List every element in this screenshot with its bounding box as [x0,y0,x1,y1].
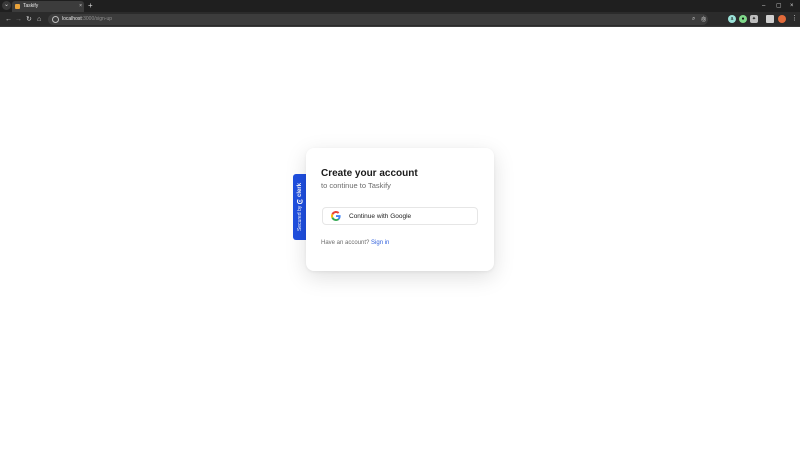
zoom-icon[interactable]: ⌕ [692,15,695,24]
extension-a-icon[interactable]: a [728,15,736,23]
profile-avatar[interactable] [778,15,786,23]
taskify-favicon-icon [15,4,20,9]
address-bar[interactable]: localhost:3000/sign-up ⌕ ☆ [48,14,708,25]
sidebar-toggle-icon[interactable] [766,15,774,23]
badge-text: Secured by clerk [296,182,303,232]
browser-tab[interactable]: Taskify × [12,1,84,12]
home-icon[interactable]: ⌂ [37,15,41,24]
extensions-puzzle-icon[interactable]: ✦ [750,15,758,23]
continue-with-google-button[interactable]: Continue with Google [322,207,478,225]
new-tab-button[interactable]: + [88,1,93,11]
eye-off-icon[interactable]: ◎ [701,16,706,25]
window-maximize-button[interactable]: ▢ [776,1,782,11]
url-text[interactable]: localhost:3000/sign-up [62,16,112,23]
tab-search-icon[interactable]: ⌄ [2,1,11,10]
badge-brand-label: clerk [296,182,303,197]
extension-b-icon[interactable]: ● [739,15,747,23]
browser-menu-icon[interactable]: ⋮ [791,14,798,23]
browser-toolbar: ← → ↻ ⌂ localhost:3000/sign-up ⌕ ☆ ◎ a ●… [0,12,800,27]
google-icon [331,211,341,221]
window-close-button[interactable]: × [790,1,794,11]
have-account-text: Have an account? [321,240,370,246]
site-info-icon[interactable] [52,16,59,23]
browser-titlebar: ⌄ Taskify × + – ▢ × [0,0,800,12]
sign-in-prompt: Have an account? Sign in [321,239,389,248]
forward-arrow-icon[interactable]: → [15,15,22,24]
badge-secured-by-label: Secured by [296,205,303,232]
sign-up-card: Create your account to continue to Taski… [306,148,494,271]
back-arrow-icon[interactable]: ← [5,15,12,24]
card-subtitle: to continue to Taskify [321,181,391,190]
secured-by-clerk-badge[interactable]: Secured by clerk [293,174,306,240]
tab-title: Taskify [23,3,39,9]
tab-close-icon[interactable]: × [79,3,82,10]
sign-in-link[interactable]: Sign in [371,240,389,246]
window-minimize-button[interactable]: – [762,1,765,11]
card-title: Create your account [321,168,418,179]
clerk-logo-icon [296,199,303,205]
google-button-label: Continue with Google [349,213,412,220]
reload-icon[interactable]: ↻ [26,15,32,24]
